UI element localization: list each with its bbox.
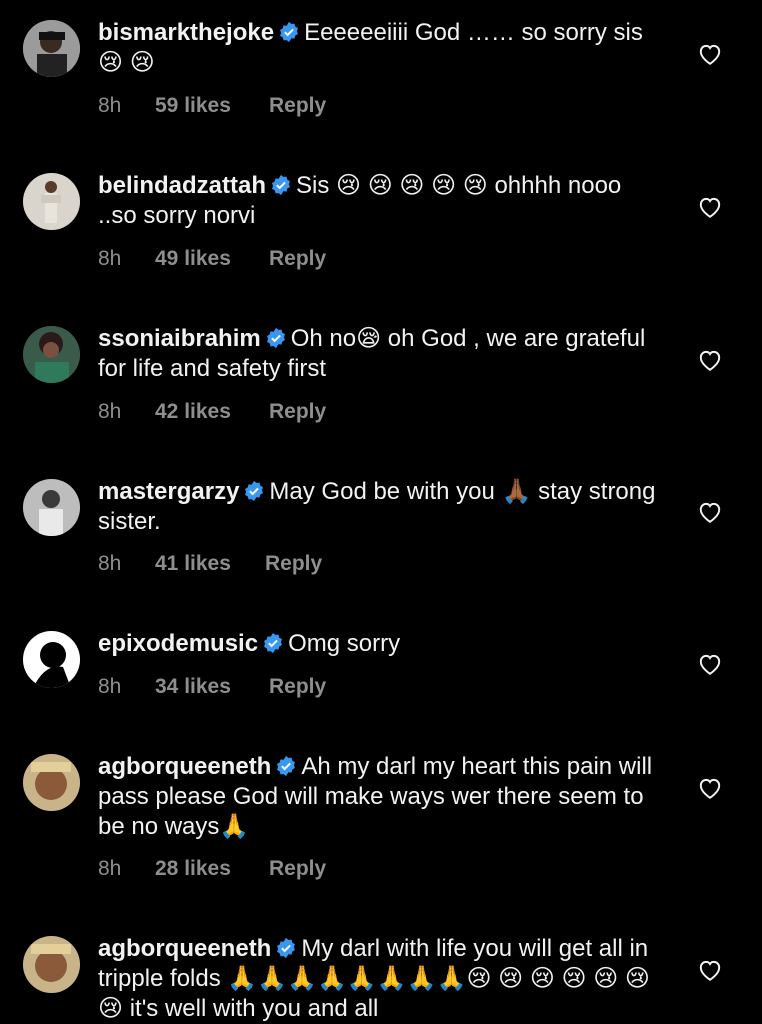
- reply-button[interactable]: Reply: [265, 552, 322, 576]
- likes-count[interactable]: 49 likes: [155, 247, 269, 271]
- comment-meta: 8h 59 likes Reply: [98, 94, 326, 118]
- reply-button[interactable]: Reply: [269, 675, 326, 699]
- comment-time: 8h: [98, 94, 122, 117]
- avatar[interactable]: [23, 479, 80, 536]
- reply-button[interactable]: Reply: [269, 857, 326, 881]
- comment-meta: 8h 28 likes Reply: [98, 857, 326, 881]
- comment-body: Omg sorry: [288, 630, 401, 657]
- username[interactable]: bismarkthejoke: [98, 19, 274, 46]
- comment-text: ssoniaibrahim Oh no😪 oh God , we are grat…: [98, 324, 658, 384]
- comment-text: agborqueeneth My darl with life you will …: [98, 934, 658, 1024]
- verified-badge-icon: [266, 327, 285, 349]
- comment-time: 8h: [98, 400, 122, 423]
- heart-outline-icon[interactable]: [697, 42, 723, 66]
- comment-text: agborqueeneth Ah my darl my heart this pa…: [98, 752, 658, 842]
- comment-time: 8h: [98, 552, 122, 575]
- heart-outline-icon[interactable]: [697, 958, 723, 982]
- verified-badge-icon: [277, 755, 296, 777]
- avatar[interactable]: [23, 326, 80, 383]
- heart-outline-icon[interactable]: [697, 776, 723, 800]
- username[interactable]: epixodemusic: [98, 630, 258, 657]
- comment-time: 8h: [98, 857, 122, 880]
- username[interactable]: ssoniaibrahim: [98, 325, 261, 352]
- avatar[interactable]: [23, 20, 80, 77]
- avatar[interactable]: [23, 936, 80, 993]
- reply-button[interactable]: Reply: [269, 94, 326, 118]
- verified-badge-icon: [272, 174, 290, 196]
- comment-text: belindadzattah Sis 😢 😢 😢 😢 😢 ohhhh nooo .…: [98, 171, 658, 231]
- comment-meta: 8h 41 likes Reply: [98, 552, 322, 576]
- username[interactable]: belindadzattah: [98, 172, 266, 199]
- verified-badge-icon: [264, 632, 283, 654]
- reply-button[interactable]: Reply: [269, 247, 326, 271]
- avatar[interactable]: [23, 631, 80, 688]
- likes-count[interactable]: 28 likes: [155, 857, 269, 881]
- comment-meta: 8h 42 likes Reply: [98, 400, 326, 424]
- reply-button[interactable]: Reply: [269, 400, 326, 424]
- verified-badge-icon: [245, 480, 264, 502]
- verified-badge-icon: [277, 937, 296, 959]
- comment-text: mastergarzy May God be with you 🙏🏾 stay s…: [98, 477, 658, 537]
- likes-count[interactable]: 42 likes: [155, 400, 269, 424]
- heart-outline-icon[interactable]: [697, 652, 723, 676]
- username[interactable]: mastergarzy: [98, 478, 239, 505]
- likes-count[interactable]: 41 likes: [155, 552, 265, 576]
- heart-outline-icon[interactable]: [697, 195, 723, 219]
- comment-time: 8h: [98, 247, 122, 270]
- likes-count[interactable]: 34 likes: [155, 675, 269, 699]
- username[interactable]: agborqueeneth: [98, 935, 271, 962]
- avatar[interactable]: [23, 754, 80, 811]
- username[interactable]: agborqueeneth: [98, 753, 271, 780]
- comment-meta: 8h 34 likes Reply: [98, 675, 326, 699]
- comment-meta: 8h 49 likes Reply: [98, 247, 326, 271]
- comment-text: bismarkthejoke Eeeeeeiiii God …… so sorry…: [98, 18, 658, 78]
- comment-text: epixodemusic Omg sorry: [98, 629, 658, 659]
- heart-outline-icon[interactable]: [697, 500, 723, 524]
- likes-count[interactable]: 59 likes: [155, 94, 269, 118]
- heart-outline-icon[interactable]: [697, 348, 723, 372]
- comment-time: 8h: [98, 675, 122, 698]
- verified-badge-icon: [280, 21, 299, 43]
- avatar[interactable]: [23, 173, 80, 230]
